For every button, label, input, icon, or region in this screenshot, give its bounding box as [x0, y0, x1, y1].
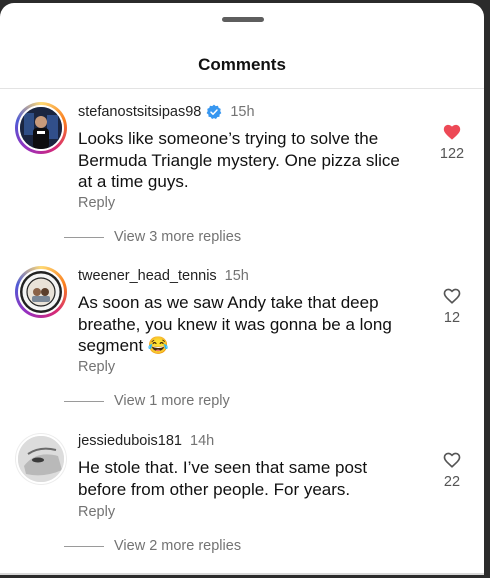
view-replies-label: View 2 more replies — [114, 538, 242, 554]
like-button[interactable]: 12 — [436, 286, 468, 326]
like-button[interactable]: 122 — [436, 122, 468, 162]
view-replies-button[interactable]: View 2 more replies — [64, 538, 241, 554]
avatar[interactable] — [15, 433, 67, 485]
avatar[interactable] — [15, 102, 67, 154]
comment-username[interactable]: jessiedubois181 — [78, 433, 182, 449]
comment-username[interactable]: tweener_head_tennis — [78, 268, 217, 284]
like-count: 22 — [443, 474, 461, 490]
header-divider — [0, 88, 484, 89]
drag-handle[interactable] — [222, 17, 264, 22]
comment-timestamp: 15h — [230, 104, 255, 120]
view-replies-button[interactable]: View 3 more replies — [64, 229, 241, 245]
reply-button[interactable]: Reply — [78, 359, 115, 375]
comment-text: He stole that. I’ve seen that same post … — [78, 458, 368, 499]
like-count: 12 — [443, 310, 461, 326]
sheet-title: Comments — [198, 55, 286, 74]
like-button[interactable]: 22 — [436, 450, 468, 490]
avatar[interactable] — [15, 266, 67, 318]
heart-icon — [443, 288, 461, 304]
heart-icon — [443, 124, 461, 140]
reply-button[interactable]: Reply — [78, 195, 115, 211]
comment-text: Looks like someone’s trying to solve the… — [78, 129, 400, 191]
reply-button[interactable]: Reply — [78, 504, 115, 520]
like-count: 122 — [439, 146, 465, 162]
heart-icon — [443, 452, 461, 468]
thread-line — [64, 400, 104, 402]
verified-badge-icon — [206, 104, 222, 119]
comment-username[interactable]: stefanostsitsipas98 — [78, 104, 201, 120]
bottom-divider — [0, 573, 484, 575]
comments-sheet: Comments stefanostsitsipas98 15h Looks l… — [0, 3, 484, 575]
thread-line — [64, 236, 104, 238]
comment-timestamp: 14h — [190, 433, 215, 449]
comment-text: As soon as we saw Andy take that deep br… — [78, 293, 392, 355]
comment-timestamp: 15h — [224, 268, 249, 284]
view-replies-label: View 1 more reply — [114, 393, 230, 409]
view-replies-label: View 3 more replies — [114, 229, 242, 245]
thread-line — [64, 545, 104, 547]
view-replies-button[interactable]: View 1 more reply — [64, 393, 230, 409]
